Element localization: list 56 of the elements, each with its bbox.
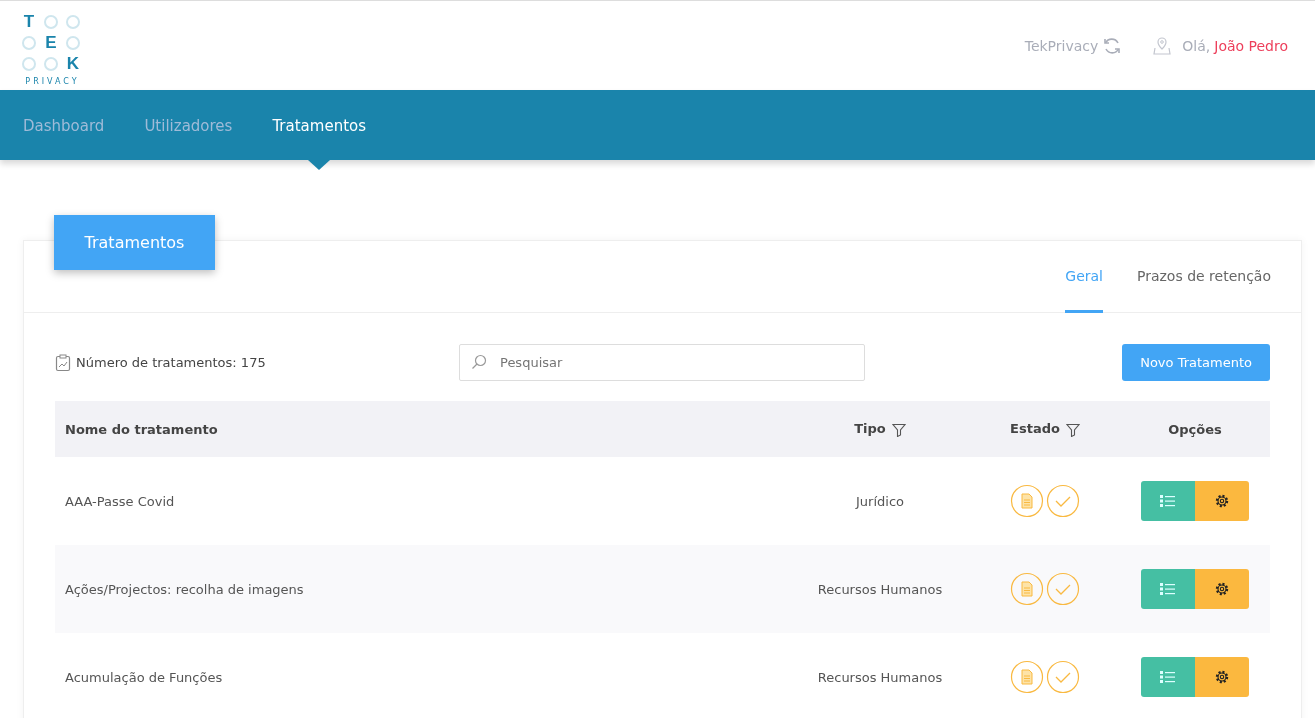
table-cell: Jurídico [856,493,904,509]
column-header: Nome do tratamento [65,421,218,437]
nav-item[interactable]: Dashboard [23,116,105,135]
treatment-count: Número de tratamentos: 175 [76,355,266,370]
map-pin-icon[interactable] [1152,35,1173,56]
user-name-link[interactable]: João Pedro [1214,37,1288,54]
table-cell: Acumulação de Funções [65,669,223,685]
logo-letter: E [45,32,57,53]
check-status-icon[interactable] [1046,572,1080,606]
settings-button[interactable] [1195,569,1249,609]
settings-button[interactable] [1195,481,1249,521]
filter-icon[interactable] [1065,422,1080,437]
list-button[interactable] [1141,481,1195,521]
refresh-icon [1102,36,1123,55]
nav-item[interactable]: Utilizadores [144,116,233,135]
list-icon [1160,670,1176,684]
column-header: Estado [1010,421,1060,437]
tab[interactable]: Prazos de retenção [1136,241,1271,313]
logo-dot-icon [44,14,58,29]
card-title: Tratamentos [54,215,215,270]
nav-item[interactable]: Tratamentos [272,116,367,135]
logo-dot-icon [22,35,36,50]
settings-icon [1214,493,1230,509]
list-icon [1160,494,1176,508]
logo-dot-icon [22,56,36,71]
table-cell: Recursos Humanos [817,581,943,597]
search-icon [471,354,487,370]
logo-dot-icon [66,35,80,50]
column-header: Opções [1168,421,1222,437]
list-icon [1160,582,1176,596]
user-greeting: Olá, [1182,37,1211,54]
logo-letter: K [66,53,80,74]
check-status-icon[interactable] [1046,484,1080,518]
logo-subtitle: PRIVACY [24,77,80,86]
logo-letter: T [23,11,35,32]
column-header: Tipo [854,421,886,437]
filter-icon[interactable] [891,422,906,437]
document-status-icon[interactable] [1010,572,1044,606]
logo-dot-icon [44,56,58,71]
clipboard-chart-icon [55,353,71,372]
document-status-icon[interactable] [1010,660,1044,694]
table-cell: Ações/Projectos: recolha de imagens [65,581,304,597]
app-switch-button[interactable]: TekPrivacy [1024,36,1123,55]
list-button[interactable] [1141,569,1195,609]
settings-button[interactable] [1195,657,1249,697]
settings-icon [1214,669,1230,685]
new-treatment-button[interactable]: Novo Tratamento [1122,344,1270,381]
check-status-icon[interactable] [1046,660,1080,694]
list-button[interactable] [1141,657,1195,697]
table-cell: AAA-Passe Covid [65,493,175,509]
logo-dot-icon [66,14,80,29]
table-cell: Recursos Humanos [817,669,943,685]
document-status-icon[interactable] [1010,484,1044,518]
settings-icon [1214,581,1230,597]
tab[interactable]: Geral [1065,241,1103,313]
search-field[interactable]: Pesquisar [459,344,865,381]
